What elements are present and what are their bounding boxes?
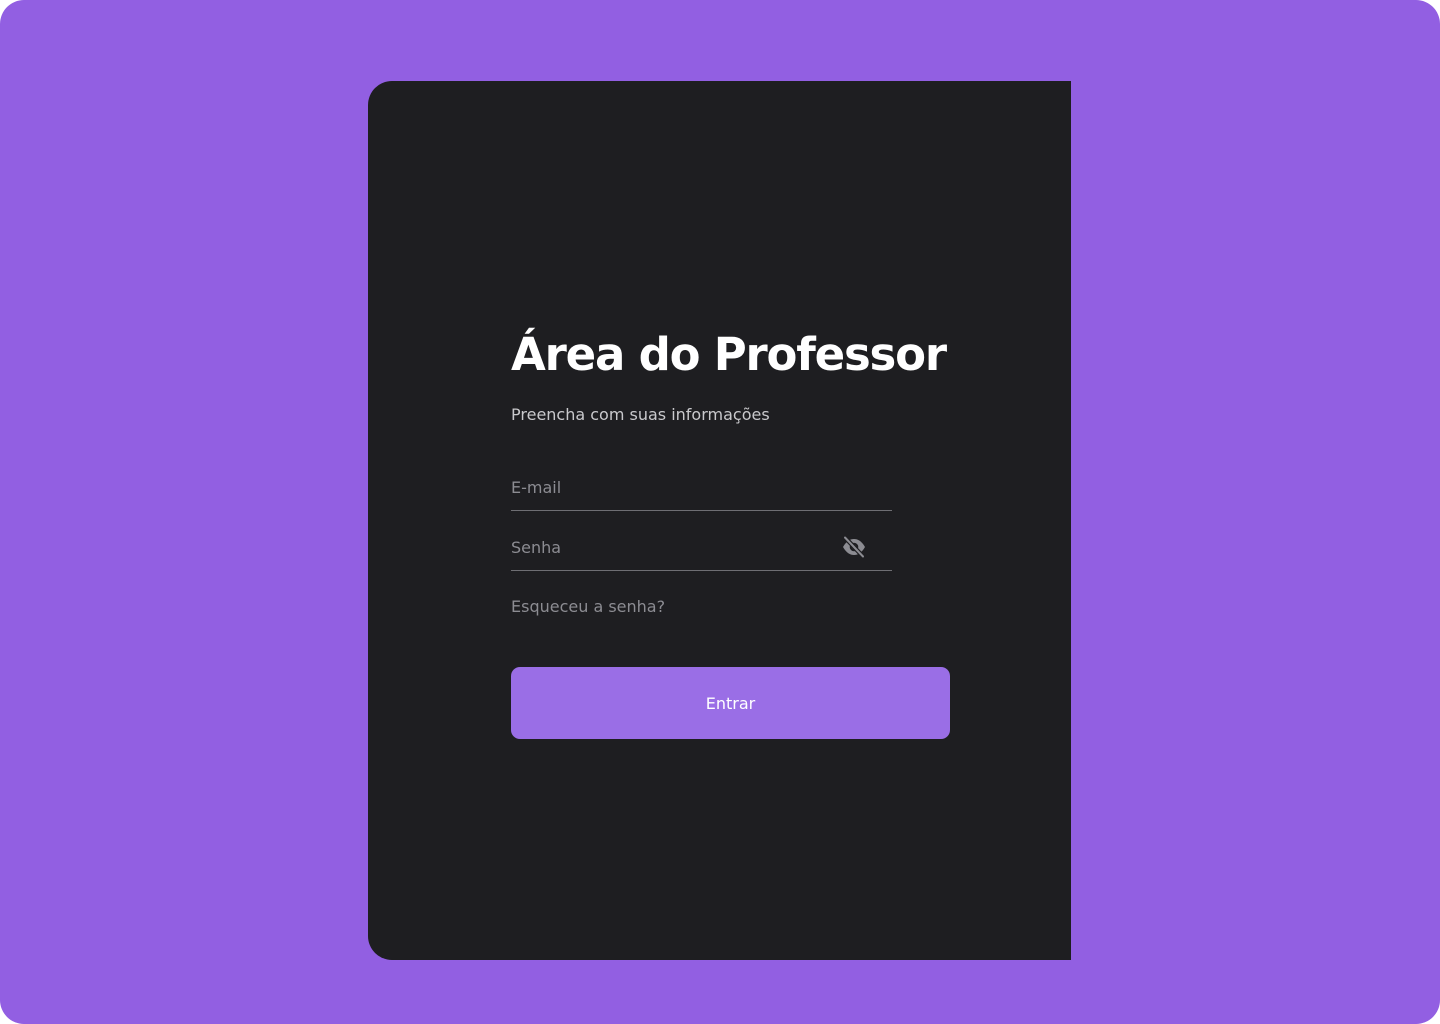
page-subtitle: Preencha com suas informações [511, 405, 770, 424]
login-submit-button[interactable]: Entrar [511, 667, 950, 739]
page-title: Área do Professor [511, 328, 947, 381]
password-field [511, 523, 892, 571]
email-input[interactable] [511, 474, 831, 500]
password-input[interactable] [511, 534, 831, 560]
toggle-password-visibility-button[interactable] [841, 535, 867, 559]
forgot-password-link[interactable]: Esqueceu a senha? [511, 596, 665, 618]
email-field [511, 463, 892, 511]
page-background: Área do Professor Preencha com suas info… [0, 0, 1440, 1024]
login-card: Área do Professor Preencha com suas info… [368, 81, 1071, 960]
eye-off-icon [841, 535, 867, 562]
